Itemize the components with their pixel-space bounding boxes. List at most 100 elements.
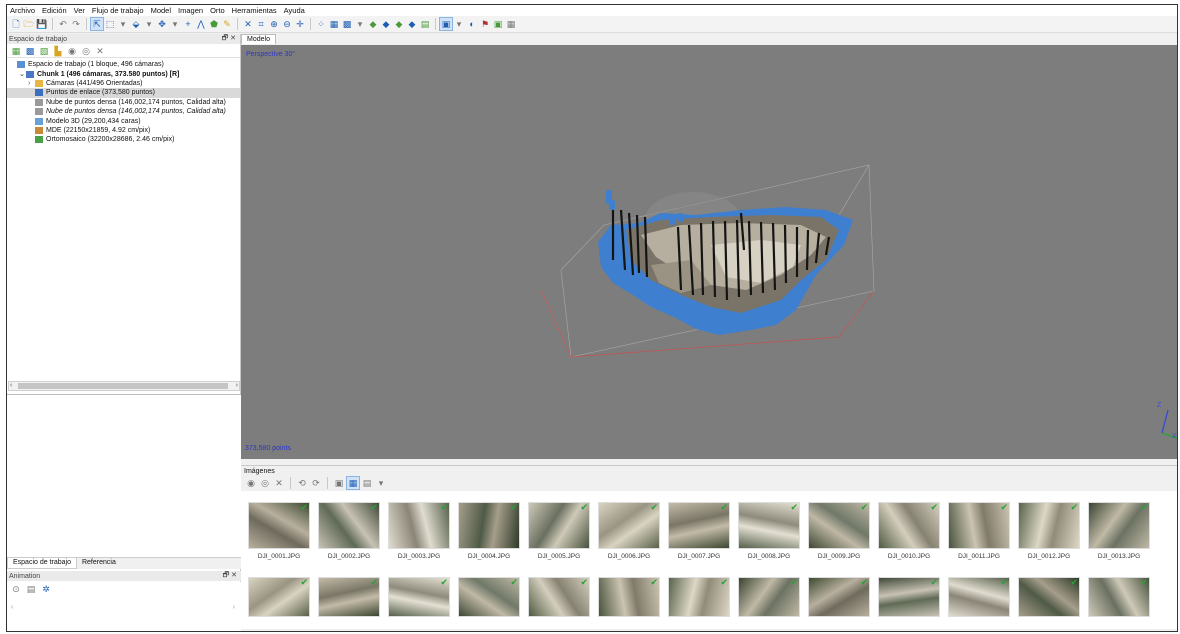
add-photos-icon[interactable]: ▩ (24, 45, 36, 57)
image-thumbnail[interactable]: ✔ DJI_0005.JPG (527, 502, 591, 577)
image-thumbnail[interactable]: ✔ (1087, 577, 1151, 631)
model-viewport[interactable]: Perspective 30° Z X 373,580 points (241, 45, 1177, 459)
menu-item[interactable]: Imagen (178, 6, 203, 15)
details-view-icon[interactable]: ▤ (361, 477, 373, 489)
show-classes-icon[interactable]: ▩ (341, 18, 353, 30)
move-object-icon[interactable]: ✥ (156, 18, 168, 30)
tree-item[interactable]: MDE (22150x21859, 4.92 cm/pix) (7, 126, 240, 135)
remove-item-icon[interactable]: ✕ (94, 45, 106, 57)
zoom-out-icon[interactable]: ⊖ (281, 18, 293, 30)
tree-expander-icon[interactable]: › (28, 79, 35, 88)
image-thumbnail[interactable]: ✔ DJI_0010.JPG (877, 502, 941, 577)
menu-item[interactable]: Ayuda (284, 6, 305, 15)
tree-item[interactable]: ⌄ Chunk 1 (496 cámaras, 373.580 puntos) [… (7, 69, 240, 78)
image-thumbnail[interactable]: ✔ DJI_0008.JPG (737, 502, 801, 577)
menu-item[interactable]: Flujo de trabajo (92, 6, 144, 15)
tree-item[interactable]: › Cámaras (441/496 Orientadas) (7, 79, 240, 88)
tree-item[interactable]: Nube de puntos densa (146,002,174 puntos… (7, 98, 240, 107)
delete-selection-icon[interactable]: ✕ (242, 18, 254, 30)
enable-camera-icon[interactable]: ◉ (245, 477, 257, 489)
scrollbar-thumb[interactable] (18, 383, 228, 389)
play-icon[interactable]: ⊙ (10, 583, 22, 595)
image-thumbnail[interactable]: ✔ (387, 577, 451, 631)
image-thumbnail[interactable]: ✔ (667, 577, 731, 631)
tab-reference[interactable]: Referencia (77, 558, 121, 569)
menu-item[interactable]: Archivo (10, 6, 35, 15)
crop-selection-icon[interactable]: ⌗ (255, 18, 267, 30)
select-points-icon[interactable]: ⬙ (130, 18, 142, 30)
disable-icon[interactable]: ◎ (80, 45, 92, 57)
disable-camera-icon[interactable]: ◎ (259, 477, 271, 489)
show-region-icon[interactable]: ▣ (492, 18, 504, 30)
open-folder-icon[interactable]: 🗁 (23, 18, 35, 30)
show-markers-icon[interactable]: ⚑ (479, 18, 491, 30)
dropdown-icon[interactable]: ▾ (143, 18, 155, 30)
show-dense-cloud-icon[interactable]: ▦ (328, 18, 340, 30)
show-points-icon[interactable]: ⁘ (315, 18, 327, 30)
show-grid-icon[interactable]: ▦ (505, 18, 517, 30)
show-shapes-icon[interactable]: ◐ (466, 18, 478, 30)
zoom-in-icon[interactable]: ⊕ (268, 18, 280, 30)
image-thumbnail[interactable]: ✔ DJI_0004.JPG (457, 502, 521, 577)
tab-workspace[interactable]: Espacio de trabajo (7, 558, 77, 569)
add-marker-group-icon[interactable]: ▙ (52, 45, 64, 57)
menu-item[interactable]: Orto (210, 6, 225, 15)
image-thumbnail[interactable]: ✔ DJI_0012.JPG (1017, 502, 1081, 577)
image-thumbnail[interactable]: ✔ (1017, 577, 1081, 631)
scroll-right-icon[interactable]: › (233, 604, 235, 614)
tree-item[interactable]: Nube de puntos densa (146,002,174 puntos… (7, 107, 240, 116)
image-thumbnail[interactable]: ✔ (247, 577, 311, 631)
rotate-left-icon[interactable]: ⟲ (296, 477, 308, 489)
tree-item[interactable]: Ortomosaico (32200x28686, 2.46 cm/pix) (7, 135, 240, 144)
dropdown-icon[interactable]: ▾ (354, 18, 366, 30)
image-thumbnail[interactable]: ✔ DJI_0001.JPG (247, 502, 311, 577)
image-thumbnail[interactable]: ✔ DJI_0002.JPG (317, 502, 381, 577)
tiled-model-icon[interactable]: ▤ (419, 18, 431, 30)
image-thumbnail[interactable]: ✔ (737, 577, 801, 631)
image-thumbnail[interactable]: ✔ DJI_0007.JPG (667, 502, 731, 577)
tree-item[interactable]: Espacio de trabajo (1 bloque, 496 cámara… (7, 60, 240, 69)
add-folder-icon[interactable]: ▧ (38, 45, 50, 57)
show-images-icon[interactable]: ▣ (333, 477, 345, 489)
add-chunk-icon[interactable]: ▦ (10, 45, 22, 57)
rect-select-icon[interactable]: ⬚ (104, 18, 116, 30)
model-solid-icon[interactable]: ◆ (380, 18, 392, 30)
model-textured-icon[interactable]: ◆ (406, 18, 418, 30)
dropdown-icon[interactable]: ▾ (453, 18, 465, 30)
thumbnails-view-icon[interactable]: ▦ (346, 476, 360, 490)
animation-scrollbar[interactable]: ‹ › (8, 604, 238, 614)
dropdown-icon[interactable]: ▾ (169, 18, 181, 30)
scroll-left-icon[interactable]: ‹ (11, 604, 13, 614)
navigation-icon[interactable]: ⇱ (90, 17, 104, 31)
dropdown-icon[interactable]: ▾ (375, 477, 387, 489)
tree-item[interactable]: Modelo 3D (29,200,434 caras) (7, 116, 240, 125)
image-thumbnail[interactable]: ✔ (877, 577, 941, 631)
image-thumbnail[interactable]: ✔ DJI_0009.JPG (807, 502, 871, 577)
image-thumbnail[interactable]: ✔ DJI_0003.JPG (387, 502, 451, 577)
menu-item[interactable]: Model (151, 6, 171, 15)
remove-camera-icon[interactable]: ✕ (273, 477, 285, 489)
reset-view-icon[interactable]: ✛ (294, 18, 306, 30)
image-thumbnail[interactable]: ✔ (317, 577, 381, 631)
image-thumbnail[interactable]: ✔ (527, 577, 591, 631)
show-cameras-icon[interactable]: ▣ (439, 17, 453, 31)
ruler-icon[interactable]: ✎ (221, 18, 233, 30)
draw-polygon-icon[interactable]: ⬟ (208, 18, 220, 30)
menu-item[interactable]: Ver (74, 6, 85, 15)
scroll-left-icon[interactable]: ‹ (10, 382, 12, 390)
image-thumbnail[interactable]: ✔ (597, 577, 661, 631)
dropdown-icon[interactable]: ▾ (117, 18, 129, 30)
image-thumbnail[interactable]: ✔ (807, 577, 871, 631)
undo-icon[interactable]: ↶ (57, 18, 69, 30)
enable-icon[interactable]: ◉ (66, 45, 78, 57)
model-wireframe-icon[interactable]: ◆ (393, 18, 405, 30)
save-icon[interactable]: 💾 (36, 18, 48, 30)
scroll-right-icon[interactable]: › (236, 382, 238, 390)
save-animation-icon[interactable]: ▤ (25, 583, 37, 595)
animation-settings-icon[interactable]: ✲ (40, 583, 52, 595)
image-thumbnail[interactable]: ✔ DJI_0006.JPG (597, 502, 661, 577)
menu-item[interactable]: Edición (42, 6, 67, 15)
redo-icon[interactable]: ↷ (70, 18, 82, 30)
image-thumbnail[interactable]: ✔ DJI_0013.JPG (1087, 502, 1151, 577)
image-thumbnail[interactable]: ✔ DJI_0011.JPG (947, 502, 1011, 577)
